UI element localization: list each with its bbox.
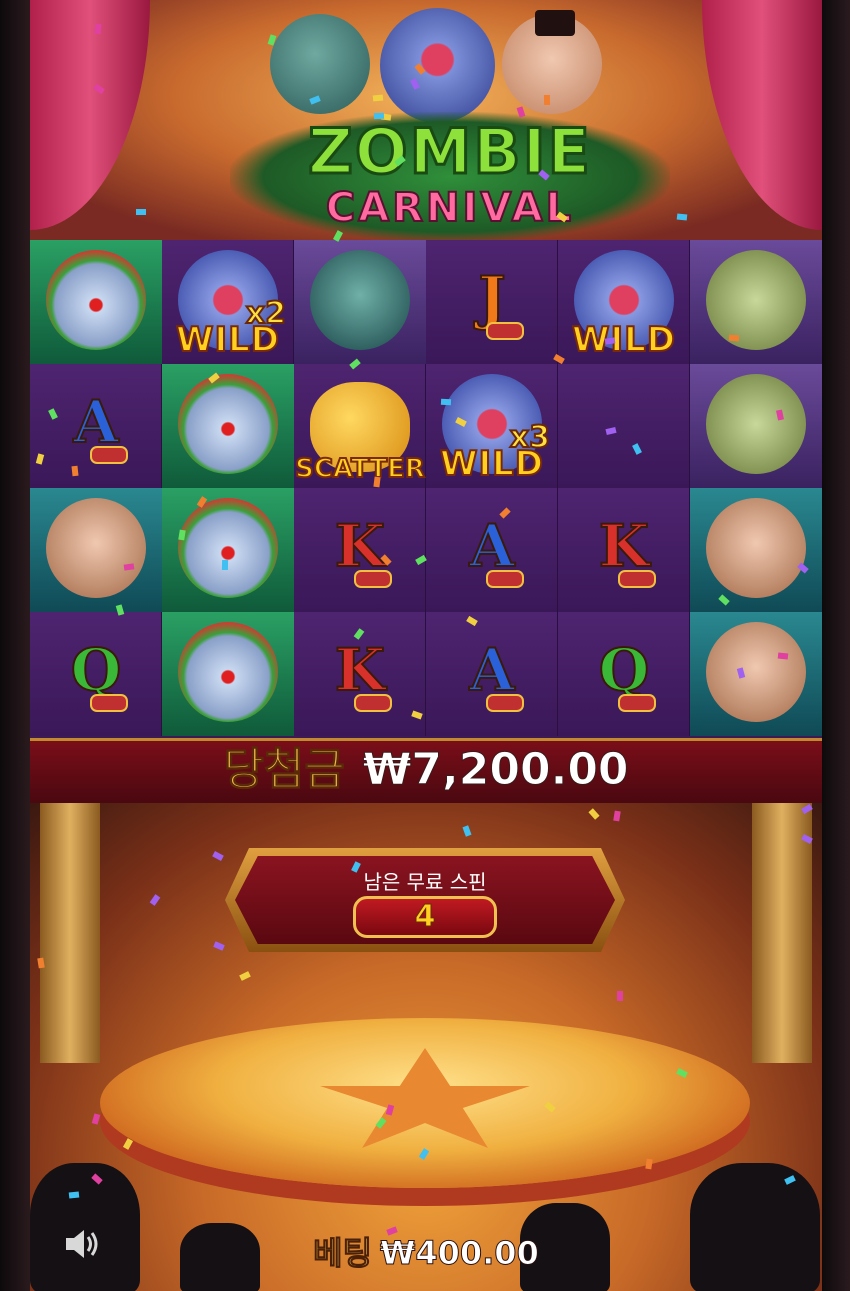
logo-title: ZOMBIE: [306, 115, 593, 188]
ringmaster-face-icon: [706, 498, 806, 598]
carnival-prop-icon: [90, 446, 128, 464]
confetti-piece: [728, 334, 740, 342]
confetti-piece: [440, 398, 452, 406]
multiplier-label: x3: [509, 419, 551, 456]
curtain-left: [30, 0, 150, 230]
ringmaster-face-icon: [706, 622, 806, 722]
letter-symbol-a: A: [426, 612, 558, 736]
clown-face-icon: [178, 374, 278, 474]
old-man-face-icon: [706, 250, 806, 350]
carnival-prop-icon: [618, 694, 656, 712]
free-spins-panel: 남은 무료 스핀 4: [225, 848, 625, 952]
bear-wild-symbol: WILD x3: [426, 364, 558, 488]
scatter-label: SCATTER: [294, 453, 426, 485]
carnival-prop-icon: [354, 694, 392, 712]
clown-face-icon: [178, 498, 278, 598]
brain-scatter-symbol: SCATTER: [294, 364, 426, 488]
confetti-piece: [71, 465, 79, 477]
confetti-piece: [543, 94, 551, 106]
confetti-piece: [676, 213, 688, 221]
carnival-prop-icon: [486, 570, 524, 588]
multiplier-label: x2: [245, 295, 287, 332]
reel-cell-background: [558, 364, 690, 488]
ringmaster-face-icon: [46, 498, 146, 598]
confetti-piece: [372, 94, 384, 102]
win-amount: ₩7,200.00: [362, 744, 629, 796]
confetti-piece: [68, 1191, 80, 1199]
game-logo: ZOMBIE CARNIVAL: [230, 112, 670, 242]
top-stage: ZOMBIE CARNIVAL: [30, 0, 822, 242]
bear-wild-symbol: WILD: [558, 240, 690, 364]
old-man-face-icon: [706, 374, 806, 474]
free-spins-label: 남은 무료 스핀: [363, 870, 487, 894]
reel-grid: WILD x2 J WILD A SCATTER WILD x3 K A K Q K A Q: [30, 240, 822, 738]
carnival-prop-icon: [90, 694, 128, 712]
confetti-piece: [617, 991, 623, 1001]
letter-symbol-k: K: [558, 488, 690, 612]
carnival-prop-icon: [618, 570, 656, 588]
left-edge: [0, 0, 30, 1291]
letter-symbol-q: Q: [558, 612, 690, 736]
top-hat-icon: [535, 10, 575, 36]
stage-pillar-left: [40, 803, 100, 1063]
game-frame: ZOMBIE CARNIVAL WILD x2 J WILD A SCATTER WILD x…: [30, 0, 822, 1291]
clown-symbol: [30, 240, 162, 364]
clown-symbol: [162, 612, 294, 736]
lower-stage: 남은 무료 스핀 4: [30, 803, 822, 1291]
speaker-icon[interactable]: [62, 1224, 102, 1264]
confetti-piece: [94, 23, 102, 35]
stage-pillar-right: [752, 803, 812, 1063]
zombie-face-icon: [310, 250, 410, 350]
logo-characters: [270, 8, 602, 124]
bear-wild-symbol: WILD x2: [162, 240, 294, 364]
clown-face-icon: [178, 622, 278, 722]
clown-symbol: [162, 364, 294, 488]
old-man-symbol: [690, 240, 822, 364]
confetti-piece: [221, 559, 229, 571]
clown-symbol: [162, 488, 294, 612]
letter-symbol-k: K: [294, 488, 426, 612]
confetti-piece: [373, 112, 385, 120]
bear-head-icon: [380, 8, 495, 123]
confetti-piece: [373, 476, 381, 488]
ringmaster-symbol: [30, 488, 162, 612]
clown-face-icon: [46, 250, 146, 350]
bet-amount: ₩400.00: [380, 1234, 540, 1273]
wild-label: WILD: [571, 319, 677, 361]
bet-label: 베팅: [313, 1234, 373, 1273]
curtain-right: [702, 0, 822, 230]
carnival-prop-icon: [354, 570, 392, 588]
letter-symbol-a: A: [426, 488, 558, 612]
free-spins-count: 4: [353, 896, 497, 938]
carnival-prop-icon: [486, 694, 524, 712]
old-man-symbol: [690, 364, 822, 488]
ringmaster-symbol: [690, 488, 822, 612]
bet-display: 베팅 ₩400.00: [30, 1228, 822, 1274]
win-label: 당첨금: [223, 744, 345, 796]
confetti-piece: [777, 652, 789, 660]
confetti-piece: [136, 209, 146, 215]
right-edge: [822, 0, 850, 1291]
reel-area: WILD x2 J WILD A SCATTER WILD x3 K A K Q K A Q: [30, 240, 822, 738]
letter-symbol-a: A: [30, 364, 162, 488]
carnival-prop-icon: [486, 322, 524, 340]
letter-symbol-j: J: [426, 240, 558, 364]
zombie-symbol: [294, 240, 426, 364]
ringmaster-symbol: [690, 612, 822, 736]
logo-subtitle: CARNIVAL: [325, 185, 575, 231]
letter-symbol-q: Q: [30, 612, 162, 736]
win-bar: 당첨금 ₩7,200.00: [30, 738, 822, 806]
